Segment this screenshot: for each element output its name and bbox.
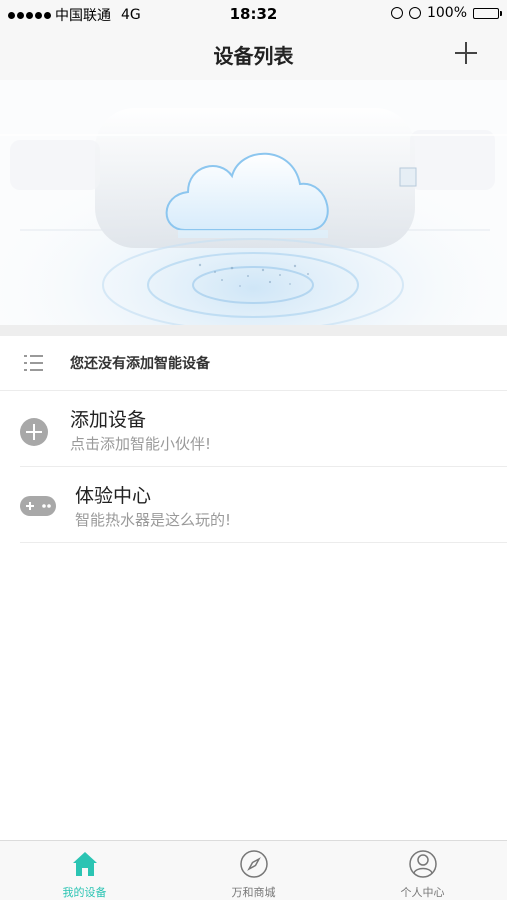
- section-divider: [0, 325, 507, 336]
- banner-illustration: [0, 80, 507, 325]
- battery-icon: [473, 7, 502, 19]
- no-device-notice: 您还没有添加智能设备: [0, 336, 507, 390]
- battery-percent: 100%: [426, 5, 467, 21]
- tab-personal-center[interactable]: 个人中心: [338, 841, 507, 901]
- status-bar: 中国联通 4G 18:32 100%: [0, 0, 507, 28]
- experience-center-row[interactable]: 体验中心 智能热水器是这么玩的!: [0, 467, 507, 542]
- bottom-tab-bar: 我的设备 万和商城 个人中心: [0, 840, 507, 900]
- no-device-text: 您还没有添加智能设备: [70, 356, 210, 372]
- page-title: 设备列表: [213, 44, 294, 68]
- tab-label: 我的设备: [62, 886, 107, 899]
- tab-label: 个人中心: [400, 886, 445, 899]
- tab-my-devices[interactable]: 我的设备: [0, 841, 169, 901]
- experience-center-subtitle: 智能热水器是这么玩的!: [75, 511, 232, 529]
- add-device-plus-button[interactable]: [451, 38, 481, 68]
- status-indicators: 100%: [390, 5, 502, 21]
- user-icon: [409, 850, 437, 878]
- orientation-lock-icon: [390, 7, 403, 19]
- experience-center-title: 体验中心: [75, 485, 152, 507]
- add-circle-icon: [20, 418, 48, 446]
- divider: [20, 542, 507, 543]
- add-device-subtitle: 点击添加智能小伙伴!: [70, 435, 212, 453]
- tab-wanhe-mall[interactable]: 万和商城: [169, 841, 338, 901]
- home-icon: [73, 852, 97, 876]
- tab-label: 万和商城: [231, 886, 276, 899]
- gamepad-icon: [20, 496, 56, 516]
- add-device-title: 添加设备: [70, 409, 147, 431]
- list-icon: [24, 354, 44, 372]
- compass-icon: [240, 850, 268, 878]
- alarm-icon: [408, 7, 421, 19]
- cloud-water-heater-banner: [0, 80, 507, 325]
- add-device-row[interactable]: 添加设备 点击添加智能小伙伴!: [0, 391, 507, 466]
- navigation-bar: 设备列表: [0, 28, 507, 80]
